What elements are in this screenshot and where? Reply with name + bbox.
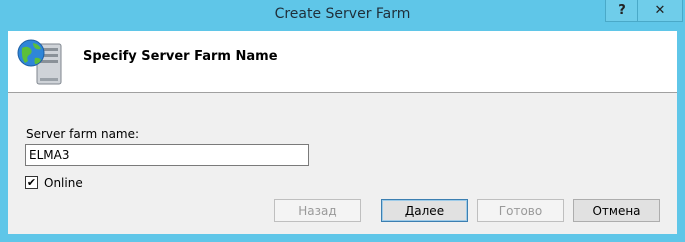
window-title: Create Server Farm [274,6,411,22]
server-farm-name-label: Server farm name: [26,127,140,141]
finish-button[interactable]: Готово [477,199,564,222]
create-server-farm-dialog: Create Server Farm ? ✕ Specify Server Fa… [0,0,685,242]
server-globe-icon [17,39,62,85]
online-label[interactable]: Online [44,176,83,190]
next-button[interactable]: Далее [381,199,468,222]
close-button[interactable]: ✕ [637,0,683,22]
dialog-body: Specify Server Farm Name Server farm nam… [8,31,677,234]
cancel-button[interactable]: Отмена [573,199,660,222]
checkmark-icon: ✔ [26,176,37,189]
back-button[interactable]: Назад [274,199,361,222]
server-farm-name-input[interactable] [25,144,309,166]
wizard-header: Specify Server Farm Name [8,31,677,93]
help-button[interactable]: ? [605,0,639,22]
title-bar[interactable]: Create Server Farm ? ✕ [0,0,685,30]
wizard-step-title: Specify Server Farm Name [83,49,278,64]
online-checkbox[interactable]: ✔ [25,176,38,189]
